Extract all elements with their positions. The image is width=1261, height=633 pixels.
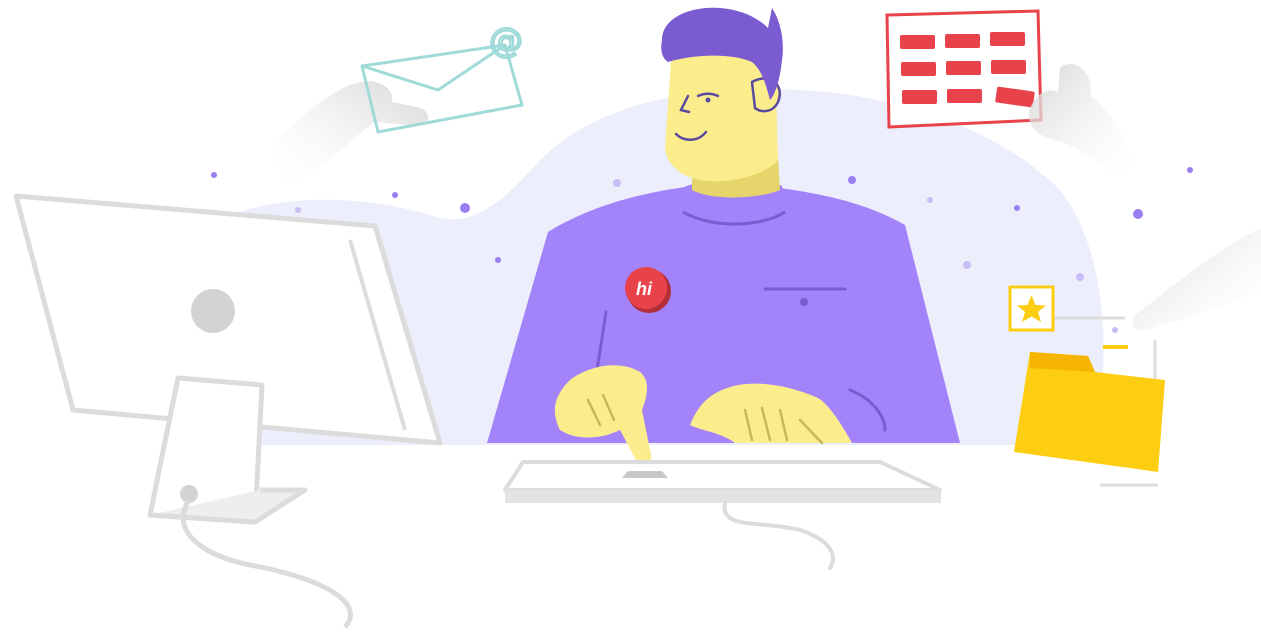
computer-monitor-icon	[13, 193, 443, 629]
illustration-scene: @ hi	[13, 7, 1261, 629]
person-eye	[705, 97, 711, 103]
folder-icon	[1014, 345, 1165, 472]
shirt-button	[800, 298, 808, 306]
right-side-hand-shape	[1132, 228, 1261, 331]
star-icon	[1008, 285, 1055, 332]
calendar-icon	[885, 9, 1043, 129]
left-hand-shape	[270, 81, 429, 190]
keyboard-icon	[503, 460, 942, 570]
at-symbol: @	[489, 21, 523, 61]
right-top-hand-shape	[1028, 63, 1140, 180]
badge-label: hi	[636, 279, 653, 299]
